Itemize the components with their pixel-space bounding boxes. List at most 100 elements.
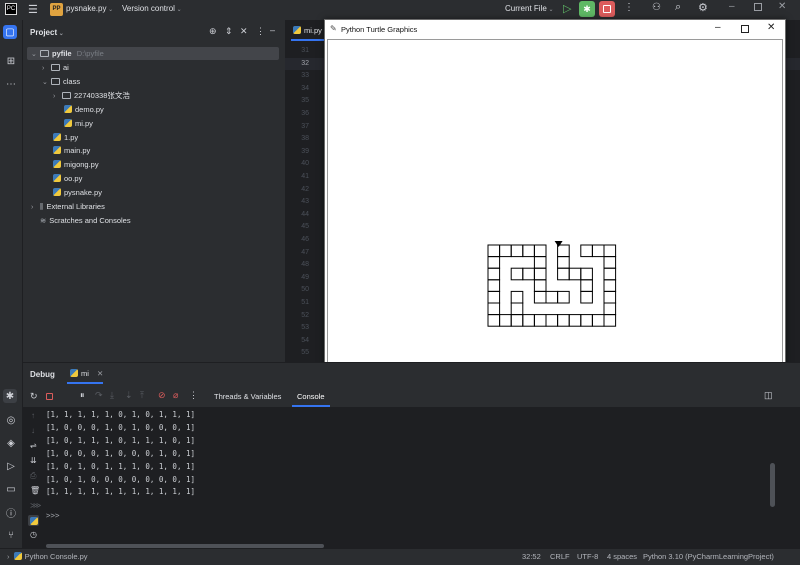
clear-all-icon[interactable]: 🗑 [30,486,40,495]
run-tool-icon[interactable]: ▷ [4,459,18,473]
run-icon[interactable]: ▷ [563,2,571,15]
turtle-canvas[interactable] [327,39,783,380]
project-name[interactable]: pysnake.py ⌄ [66,4,113,13]
tree-item-external-libraries[interactable]: › ⫼ External Libraries [31,200,105,213]
turtle-minimize-icon[interactable]: – [715,22,721,33]
tree-item-1-py[interactable]: 1.py [53,131,78,144]
view-breakpoints-icon[interactable]: ⊘ [158,390,166,401]
maze-wall-cell [603,267,617,281]
locate-file-icon[interactable]: ⊕ [209,26,217,37]
tab-threads-variables[interactable]: Threads & Variables [214,392,281,401]
layout-settings-icon[interactable]: ◫ [764,390,773,401]
run-config-selector[interactable]: Current File ⌄ [505,4,554,13]
soft-wrap-icon[interactable]: ⇌ [30,441,37,450]
minimize-window-icon[interactable]: – [729,1,735,12]
line-number: 48 [301,261,309,269]
tree-item-student-folder[interactable]: › 22740338张文浩 [53,89,130,102]
main-menu-icon[interactable]: ☰ [28,3,38,16]
scroll-down-icon[interactable]: ↓ [31,426,35,435]
debug-tool-icon[interactable]: ✱ [3,389,17,403]
add-user-icon[interactable]: ⚇ [652,2,661,13]
python-file-icon [53,133,61,141]
tree-item-migong-py[interactable]: migong.py [53,158,99,171]
rerun-icon[interactable]: ↻ [30,391,38,402]
project-panel-title[interactable]: Project ⌄ [30,28,64,37]
debug-button[interactable]: ✱ [579,1,595,17]
python-console-icon[interactable] [28,515,39,526]
status-encoding[interactable]: UTF-8 [577,552,598,561]
console-line: [1, 1, 1, 1, 1, 1, 1, 1, 1, 1, 1] [46,487,196,497]
mute-breakpoints-icon[interactable]: ⌀ [173,390,178,401]
tree-item-ai[interactable]: › ai [42,61,69,74]
stop-debug-icon[interactable] [46,393,53,400]
terminal-icon[interactable]: ▭ [4,482,18,496]
tree-item-pyfile[interactable]: ⌄ pyfile D:\pyfile [31,47,104,60]
python-file-icon [53,160,61,168]
status-line-ending[interactable]: CRLF [550,552,570,561]
structure-icon[interactable]: ⊞ [4,54,18,68]
line-number: 31 [301,47,309,54]
tree-item-mi-py[interactable]: mi.py [64,117,93,130]
expand-collapse-icon[interactable]: ⇕ [225,26,233,37]
hide-panel-icon[interactable]: – [270,25,275,35]
options-icon[interactable]: ⋮ [256,26,265,37]
project-folder-icon[interactable]: ▢ [3,25,17,39]
python-file-icon [64,119,72,127]
python-file-icon [13,552,22,560]
pause-icon[interactable]: ⏸ [80,390,85,401]
print-icon[interactable]: ⎙ [30,471,36,481]
turtle-maximize-icon[interactable] [741,25,749,33]
scroll-to-end-icon[interactable]: ⇊ [30,456,37,465]
console-vertical-scrollbar[interactable] [770,463,775,507]
editor-tab-mi-py[interactable]: mi.py [293,26,322,35]
close-window-icon[interactable]: ✕ [778,1,786,12]
chevron-down-icon: ⌄ [57,31,64,37]
show-variables-icon[interactable]: ⋙ [30,501,41,510]
turtle-close-icon[interactable]: ✕ [767,22,775,33]
step-over-icon[interactable]: ↷ [95,390,103,401]
turtle-window-title: Python Turtle Graphics [341,25,418,34]
layers-icon[interactable]: ◈ [4,436,18,450]
status-interpreter[interactable]: Python 3.10 (PyCharmLearningProject) [643,552,774,561]
maximize-window-icon[interactable] [754,3,762,11]
python-file-icon [70,369,78,377]
search-icon[interactable]: ⌕ [675,1,681,14]
more-tools-icon[interactable]: ⋯ [4,77,18,91]
stop-button[interactable] [599,1,615,17]
tree-item-pysnake-py[interactable]: pysnake.py [53,186,102,199]
status-caret-position[interactable]: 32:52 [522,552,541,561]
line-number: 35 [301,97,309,105]
tree-item-class[interactable]: ⌄ class [42,75,80,88]
console-prompt[interactable]: >>> [46,511,60,520]
collapse-all-icon[interactable]: ✕ [240,26,248,37]
tree-item-main-py[interactable]: main.py [53,144,90,157]
debug-tab-underline [67,382,103,384]
line-number: 52 [301,311,309,319]
tab-console[interactable]: Console [297,392,325,401]
status-file[interactable]: › Python Console.py [7,552,88,561]
tree-item-oo-py[interactable]: oo.py [53,172,82,185]
status-indent[interactable]: 4 spaces [607,552,637,561]
more-actions-icon[interactable]: ⋮ [624,2,634,13]
maze-wall-cell [568,267,582,281]
python-packages-icon[interactable]: ◎ [4,413,18,427]
tree-item-demo-py[interactable]: demo.py [64,103,104,116]
close-tab-icon[interactable]: ✕ [97,369,103,378]
step-out-icon[interactable]: ⤒ [140,390,144,401]
maze-wall-cell [580,290,593,304]
history-clock-icon[interactable]: ◷ [30,530,37,539]
more-debug-options-icon[interactable]: ⋮ [189,390,198,401]
settings-gear-icon[interactable]: ⚙ [698,1,708,14]
step-into-my-code-icon[interactable]: ⇣ [125,390,133,401]
scroll-up-icon[interactable]: ↑ [31,411,35,420]
maze-wall-cell [580,267,593,281]
tree-item-scratches[interactable]: ≋ Scratches and Consoles [40,214,131,227]
version-control-menu[interactable]: Version control ⌄ [122,4,182,13]
step-into-icon[interactable]: ⤓ [110,390,114,401]
debug-session-tab[interactable]: mi ✕ [70,369,103,378]
problems-icon[interactable]: ⓘ [4,505,18,520]
git-branch-icon[interactable]: ⑂ [4,528,18,542]
console-line: [1, 1, 1, 1, 1, 0, 1, 0, 1, 1, 1] [46,410,196,419]
project-badge[interactable]: PP [50,3,63,16]
maze-wall-cell [603,290,617,304]
